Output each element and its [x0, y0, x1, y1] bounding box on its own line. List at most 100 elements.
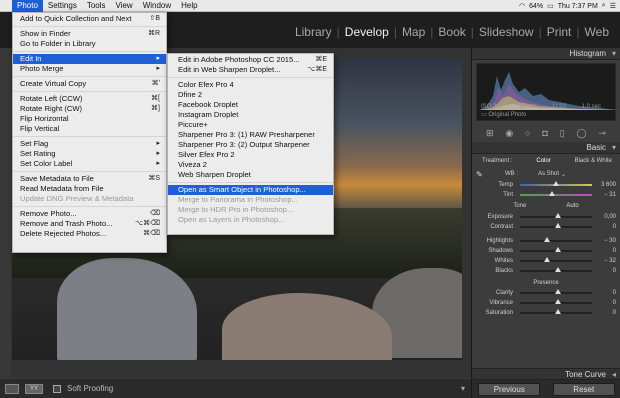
toolbar-menu-icon[interactable]: ▾ [461, 384, 465, 393]
brush-icon[interactable]: ⊸ [599, 128, 607, 139]
saturation-track[interactable] [520, 309, 592, 314]
grid-overlay-icon[interactable]: ⊞ [486, 128, 494, 139]
wifi-icon[interactable]: ◠ [519, 2, 525, 10]
clock[interactable]: Thu 7:37 PM [558, 3, 598, 10]
photo-menu-item[interactable]: Remove Photo... ⌫ [13, 209, 166, 219]
photo-menu-item[interactable]: Go to Folder in Library [13, 39, 166, 49]
exposure-track[interactable] [520, 213, 592, 218]
menu-view[interactable]: View [111, 0, 138, 12]
tint-value[interactable]: − 31 [596, 192, 616, 198]
tint-knob[interactable] [548, 191, 555, 196]
module-map[interactable]: Map [397, 25, 430, 39]
treatment-bw[interactable]: Black & White [575, 158, 616, 164]
treatment-color[interactable]: Color [536, 158, 550, 164]
photo-menu-item[interactable]: Remove and Trash Photo... ⌥⌘⌫ [13, 219, 166, 229]
edit-in-item[interactable]: Edit in Adobe Photoshop CC 2015... ⌘E [168, 55, 333, 65]
contrast-slider-row[interactable]: Contrast 0 [472, 222, 620, 232]
exposure-value[interactable]: 0,00 [596, 214, 616, 220]
edit-in-item[interactable]: Color Efex Pro 4 [168, 80, 333, 90]
edit-in-item[interactable]: Instagram Droplet [168, 110, 333, 120]
contrast-knob[interactable] [554, 223, 561, 228]
notification-icon[interactable]: ☰ [610, 2, 616, 10]
wb-select[interactable]: As Shot [518, 171, 559, 177]
shadows-value[interactable]: 0 [596, 248, 616, 254]
exposure-slider-row[interactable]: Exposure 0,00 [472, 212, 620, 222]
edit-in-item[interactable]: Sharpener Pro 3: (2) Output Sharpener [168, 140, 333, 150]
search-icon[interactable]: ⌕ [602, 2, 606, 10]
vibrance-slider-row[interactable]: Vibrance 0 [472, 298, 620, 308]
edit-in-item[interactable]: Dfine 2 [168, 90, 333, 100]
menu-window[interactable]: Window [138, 0, 176, 12]
vibrance-value[interactable]: 0 [596, 300, 616, 306]
photo-menu-item[interactable]: Rotate Right (CW) ⌘] [13, 104, 166, 114]
photo-menu-item[interactable]: Add to Quick Collection and Next ⇧B [13, 14, 166, 24]
graduated-filter-icon[interactable]: ▯ [560, 128, 565, 139]
photo-menu-item[interactable]: Show in Finder ⌘R [13, 29, 166, 39]
edit-in-item[interactable]: Merge to Panorama in Photoshop... [168, 195, 333, 205]
edit-in-item[interactable]: Viveza 2 [168, 160, 333, 170]
exposure-knob[interactable] [554, 213, 561, 218]
highlights-value[interactable]: − 30 [596, 238, 616, 244]
blacks-track[interactable] [520, 267, 592, 272]
blacks-slider-row[interactable]: Blacks 0 [472, 266, 620, 276]
photo-menu-item[interactable]: Flip Vertical [13, 124, 166, 134]
whites-slider-row[interactable]: Whites − 32 [472, 256, 620, 266]
histogram[interactable]: ISO 200 16 mm f / 22 1,0 sec ▭ Original … [476, 63, 618, 121]
reset-button[interactable]: Reset [552, 382, 615, 396]
edit-in-item[interactable]: Sharpener Pro 3: (1) RAW Presharpener [168, 130, 333, 140]
menu-photo[interactable]: Photo [12, 0, 43, 12]
loupe-view-button[interactable] [5, 383, 19, 394]
saturation-value[interactable]: 0 [596, 310, 616, 316]
photo-menu-item[interactable]: Read Metadata from File [13, 184, 166, 194]
whites-value[interactable]: − 32 [596, 258, 616, 264]
edit-in-item[interactable]: Silver Efex Pro 2 [168, 150, 333, 160]
module-develop[interactable]: Develop [340, 25, 394, 39]
module-slideshow[interactable]: Slideshow [474, 25, 539, 39]
temp-knob[interactable] [553, 181, 560, 186]
shadows-knob[interactable] [554, 247, 561, 252]
edit-in-item[interactable]: Web Sharpen Droplet [168, 170, 333, 180]
whites-knob[interactable] [543, 257, 550, 262]
highlights-slider-row[interactable]: Highlights − 30 [472, 236, 620, 246]
module-library[interactable]: Library [290, 25, 337, 39]
spot-removal-icon[interactable]: ○ [525, 128, 530, 138]
clarity-slider-row[interactable]: Clarity 0 [472, 288, 620, 298]
contrast-track[interactable] [520, 223, 592, 228]
temp-value[interactable]: 3 600 [596, 182, 616, 188]
photo-menu-item[interactable]: Set Rating ▸ [13, 149, 166, 159]
blacks-value[interactable]: 0 [596, 268, 616, 274]
soft-proofing-checkbox[interactable] [53, 384, 61, 393]
shadows-slider-row[interactable]: Shadows 0 [472, 246, 620, 256]
photo-menu-item[interactable]: Edit In ▸ [13, 54, 166, 64]
eyedropper-icon[interactable]: ✎ [476, 170, 496, 179]
temp-track[interactable] [520, 181, 592, 186]
menu-tools[interactable]: Tools [82, 0, 111, 12]
collapse-icon[interactable]: ▾ [612, 48, 616, 60]
menu-settings[interactable]: Settings [43, 0, 82, 12]
edit-in-item[interactable]: Open as Smart Object in Photoshop... [168, 185, 333, 195]
photo-menu-item[interactable]: Update DNG Preview & Metadata [13, 194, 166, 204]
edit-in-item[interactable]: Open as Layers in Photoshop... [168, 215, 333, 225]
photo-menu-item[interactable]: Create Virtual Copy ⌘' [13, 79, 166, 89]
vibrance-knob[interactable] [554, 299, 561, 304]
edit-in-item[interactable]: Facebook Droplet [168, 100, 333, 110]
apple-icon[interactable] [0, 0, 12, 12]
tone-curve-header[interactable]: Tone Curve ◂ [472, 368, 620, 380]
photo-menu-item[interactable]: Flip Horizontal [13, 114, 166, 124]
highlights-knob[interactable] [544, 237, 551, 242]
battery-icon[interactable]: ▭ [547, 2, 554, 10]
collapse-icon[interactable]: ▾ [612, 142, 616, 154]
photo-menu-item[interactable]: Rotate Left (CCW) ⌘[ [13, 94, 166, 104]
blacks-knob[interactable] [554, 267, 561, 272]
photo-menu-item[interactable]: Delete Rejected Photos... ⌘⌫ [13, 229, 166, 239]
shadows-track[interactable] [520, 247, 592, 252]
edit-in-item[interactable]: Piccure+ [168, 120, 333, 130]
photo-menu-item[interactable]: Set Flag ▸ [13, 139, 166, 149]
before-after-button[interactable]: YY [25, 383, 43, 394]
photo-menu-item[interactable]: Save Metadata to File ⌘S [13, 174, 166, 184]
clarity-track[interactable] [520, 289, 592, 294]
saturation-knob[interactable] [554, 309, 561, 314]
red-eye-icon[interactable]: ◘ [542, 128, 547, 138]
edit-in-item[interactable]: Merge to HDR Pro in Photoshop... [168, 205, 333, 215]
module-book[interactable]: Book [433, 25, 470, 39]
